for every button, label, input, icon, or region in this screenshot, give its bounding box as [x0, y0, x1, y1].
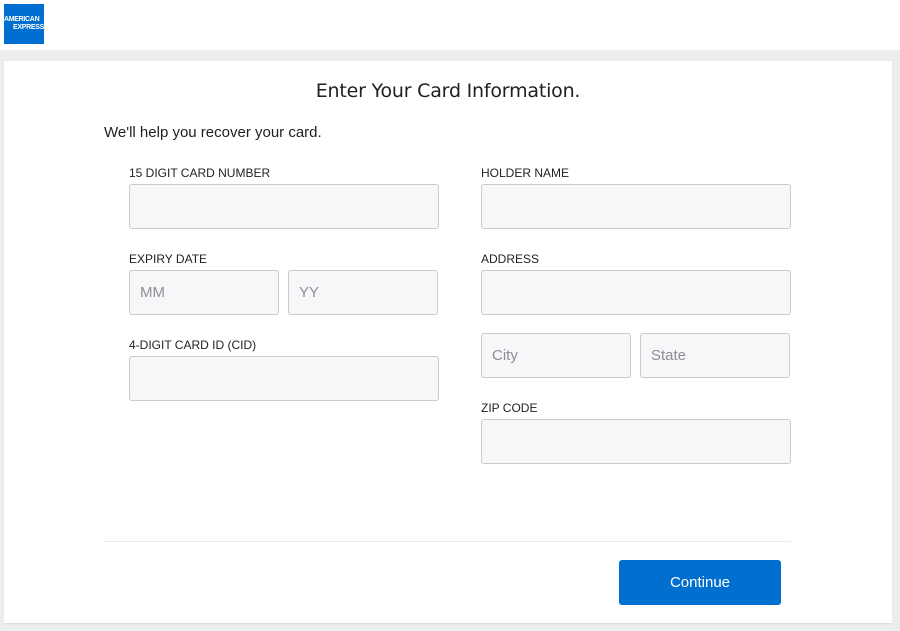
page-title: Enter Your Card Information.	[315, 80, 581, 102]
state-input[interactable]	[640, 333, 790, 378]
logo-line-1: AMERICAN	[4, 16, 40, 23]
expiry-date-label: EXPIRY DATE	[129, 252, 208, 266]
continue-button[interactable]: Continue	[619, 560, 781, 605]
cid-input[interactable]	[129, 356, 439, 401]
form-divider	[104, 541, 791, 542]
expiry-year-input[interactable]	[288, 270, 438, 315]
address-input[interactable]	[481, 270, 791, 315]
cid-label: 4-DIGIT CARD ID (CID)	[129, 338, 257, 352]
page-header: AMERICAN EXPRESS	[0, 0, 900, 50]
card-number-label: 15 DIGIT CARD NUMBER	[129, 166, 271, 180]
amex-logo[interactable]: AMERICAN EXPRESS	[4, 4, 44, 44]
card-number-input[interactable]	[129, 184, 439, 229]
expiry-month-input[interactable]	[129, 270, 279, 315]
form-subtitle: We'll help you recover your card.	[104, 124, 322, 141]
logo-line-2: EXPRESS	[13, 24, 44, 31]
city-input[interactable]	[481, 333, 631, 378]
zip-code-label: ZIP CODE	[481, 401, 538, 415]
zip-code-input[interactable]	[481, 419, 791, 464]
address-label: ADDRESS	[481, 252, 540, 266]
card-info-form: Enter Your Card Information. We'll help …	[4, 61, 892, 623]
holder-name-input[interactable]	[481, 184, 791, 229]
holder-name-label: HOLDER NAME	[481, 166, 570, 180]
